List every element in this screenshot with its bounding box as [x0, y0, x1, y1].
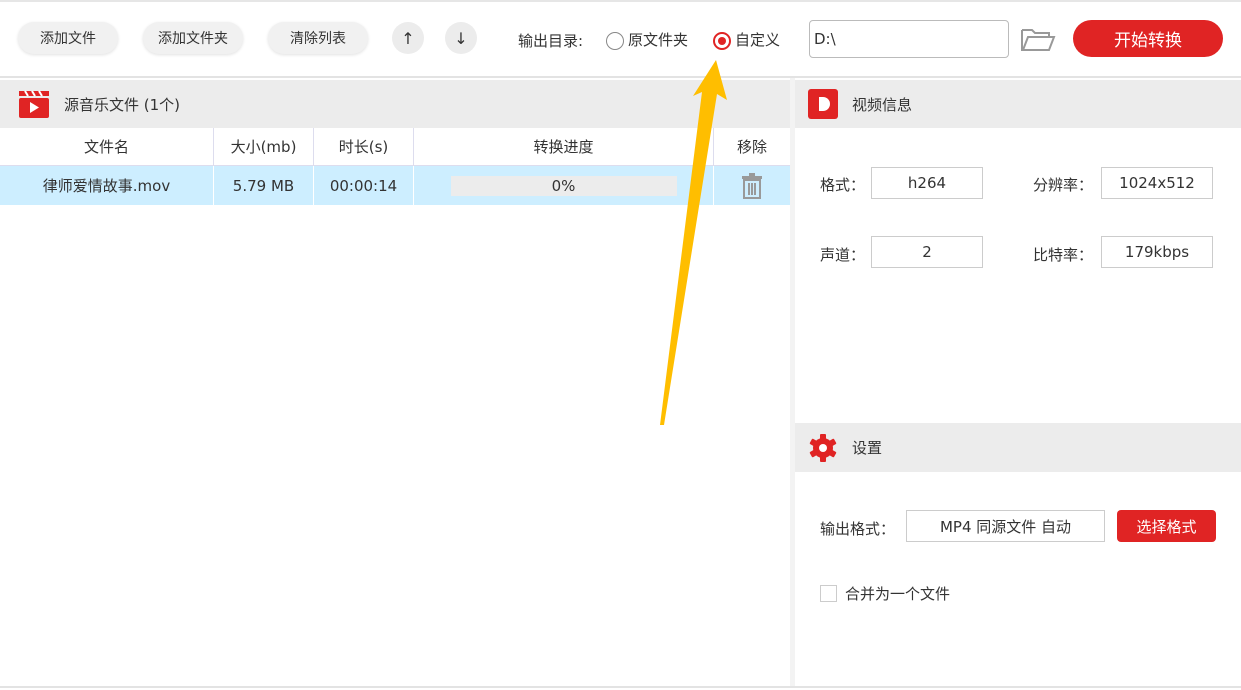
annotation-arrow: [660, 60, 727, 425]
